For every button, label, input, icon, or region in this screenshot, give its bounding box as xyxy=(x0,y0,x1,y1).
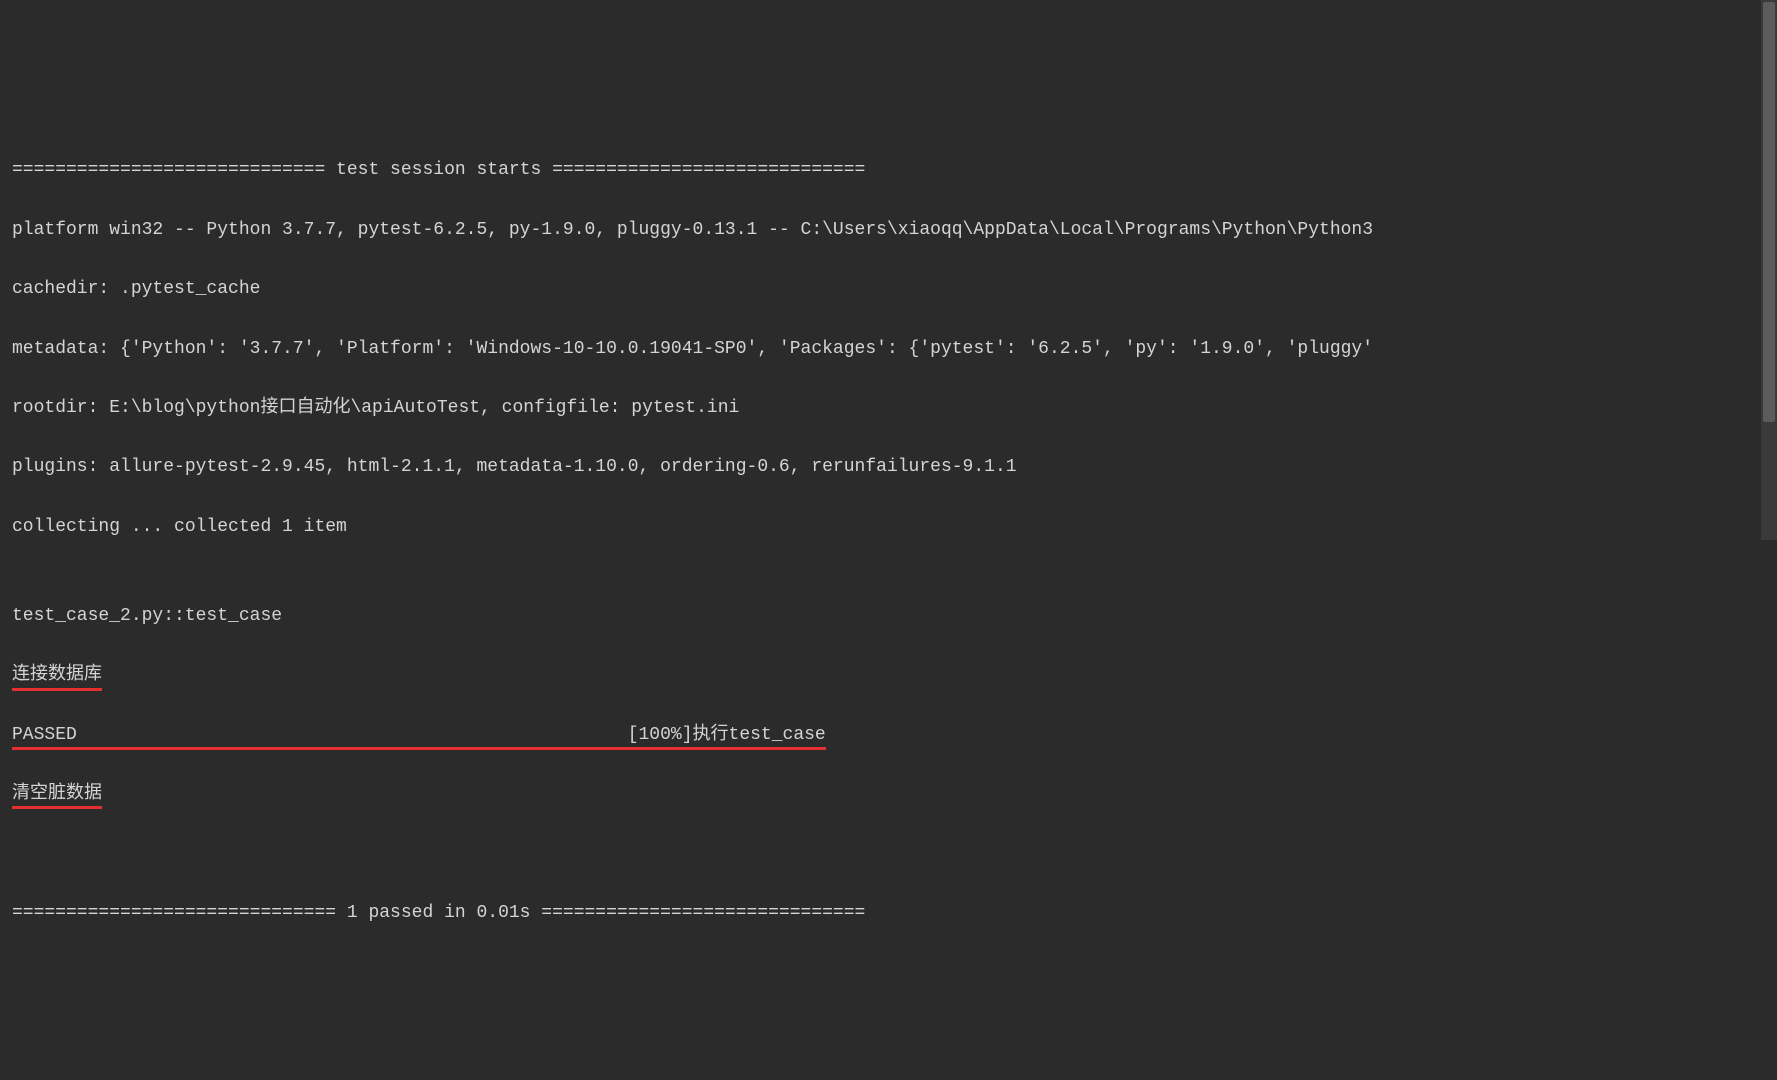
scrollbar-track[interactable] xyxy=(1761,0,1777,540)
passed-status: PASSED [100%] xyxy=(12,724,693,750)
scrollbar-thumb[interactable] xyxy=(1763,2,1775,422)
connect-db-line: 连接数据库 xyxy=(12,661,1765,691)
metadata-line: metadata: {'Python': '3.7.7', 'Platform'… xyxy=(12,335,1765,365)
rootdir-line: rootdir: E:\blog\python接口自动化\apiAutoTest… xyxy=(12,394,1765,424)
clear-data-text: 清空脏数据 xyxy=(12,783,102,809)
clear-data-line: 清空脏数据 xyxy=(12,780,1765,810)
footer-line: ============================== 1 passed … xyxy=(12,899,1765,929)
platform-line: platform win32 -- Python 3.7.7, pytest-6… xyxy=(12,216,1765,246)
collecting-line: collecting ... collected 1 item xyxy=(12,513,1765,543)
terminal-output: ============================= test sessi… xyxy=(12,127,1765,958)
session-header: ============================= test sessi… xyxy=(12,156,1765,186)
plugins-line: plugins: allure-pytest-2.9.45, html-2.1.… xyxy=(12,453,1765,483)
passed-line: PASSED [100%]执行test_case xyxy=(12,721,1765,751)
connect-db-text: 连接数据库 xyxy=(12,664,102,690)
cachedir-line: cachedir: .pytest_cache xyxy=(12,275,1765,305)
test-name-line: test_case_2.py::test_case xyxy=(12,602,1765,632)
execute-text: 执行test_case xyxy=(693,724,826,750)
